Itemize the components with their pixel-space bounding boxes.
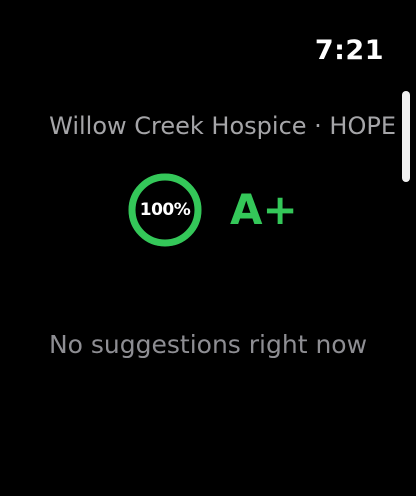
suggestions-empty-message: No suggestions right now xyxy=(48,330,368,359)
score-percent: 100% xyxy=(139,200,191,220)
location-title: Willow Creek Hospice · HOPE xyxy=(49,112,396,140)
scroll-indicator[interactable] xyxy=(402,91,410,182)
score-row[interactable]: 100% A+ xyxy=(124,173,298,247)
score-ring: 100% xyxy=(124,173,206,247)
score-grade: A+ xyxy=(230,185,298,234)
status-time: 7:21 xyxy=(314,35,384,66)
